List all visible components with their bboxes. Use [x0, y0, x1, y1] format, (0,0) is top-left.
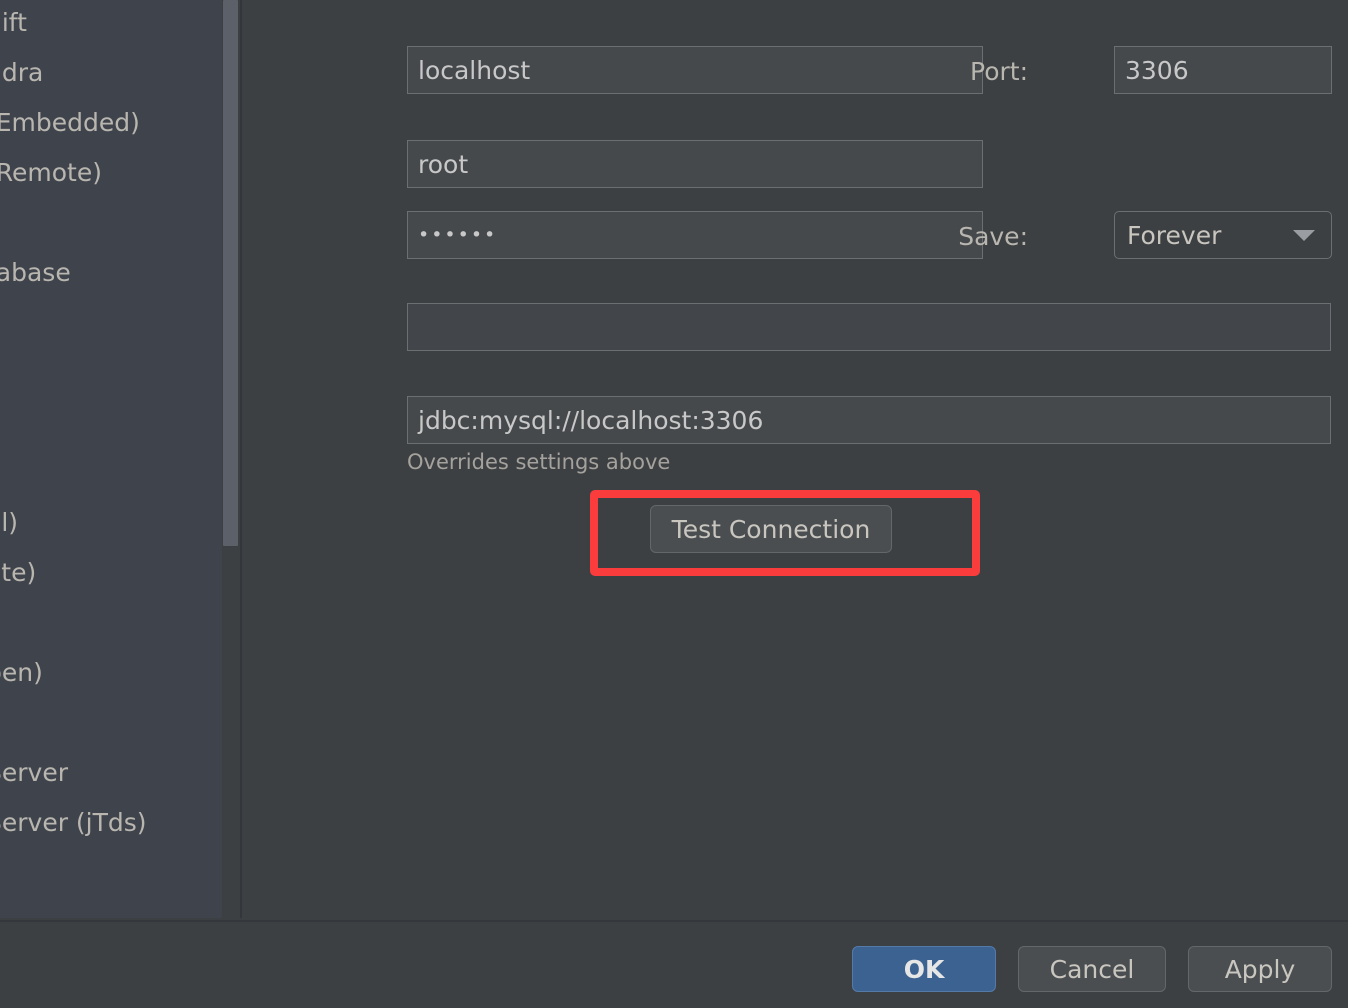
- sidebar-item[interactable]: Server: [0, 748, 222, 798]
- password-input[interactable]: ••••••: [407, 211, 983, 259]
- ok-button[interactable]: OK: [852, 946, 996, 992]
- sidebar-item-label: Server (jTds): [0, 808, 147, 837]
- apply-button[interactable]: Apply: [1188, 946, 1332, 992]
- sidebar-item-label: hift: [0, 8, 27, 37]
- sidebar-item-label: (Remote): [0, 158, 102, 187]
- sidebar-item-label: ndra: [0, 58, 44, 87]
- sidebar-item-label: ote): [0, 558, 37, 587]
- sidebar-item[interactable]: ndra: [0, 48, 222, 98]
- database-type-sidebar[interactable]: hift ndra (Embedded) (Remote) tabase al)…: [0, 0, 222, 918]
- url-hint-text: Overrides settings above: [407, 450, 671, 474]
- sidebar-item-label: tabase: [0, 258, 71, 287]
- dialog-button-bar: OK Cancel Apply: [0, 920, 1348, 1008]
- sidebar-item[interactable]: al): [0, 498, 222, 548]
- sidebar-item[interactable]: Server (jTds): [0, 798, 222, 848]
- port-input[interactable]: 3306: [1114, 46, 1332, 94]
- connection-settings-panel: Host: localhost Port: 3306 User: root Pa…: [242, 0, 1348, 918]
- database-input[interactable]: [407, 303, 1331, 351]
- save-dropdown-value: Forever: [1127, 220, 1222, 250]
- data-sources-dialog: hift ndra (Embedded) (Remote) tabase al)…: [0, 0, 1348, 1008]
- port-label: Port:: [970, 57, 1028, 86]
- sidebar-item-label: pen): [0, 658, 43, 687]
- user-input[interactable]: root: [407, 140, 983, 188]
- sidebar-item[interactable]: pen): [0, 648, 222, 698]
- sidebar-item[interactable]: (Embedded): [0, 98, 222, 148]
- host-input[interactable]: localhost: [407, 46, 983, 94]
- save-label: Save:: [958, 222, 1028, 251]
- sidebar-item-label: al): [0, 508, 19, 537]
- sidebar-item[interactable]: hift: [0, 0, 222, 48]
- chevron-down-icon: [1293, 230, 1315, 241]
- cancel-button[interactable]: Cancel: [1018, 946, 1166, 992]
- sidebar-item-label: (Embedded): [0, 108, 140, 137]
- url-input[interactable]: jdbc:mysql://localhost:3306: [407, 396, 1331, 444]
- sidebar-item[interactable]: ote): [0, 548, 222, 598]
- sidebar-item-label: Server: [0, 758, 68, 787]
- sidebar-item[interactable]: tabase: [0, 248, 222, 298]
- save-dropdown[interactable]: Forever: [1114, 211, 1332, 259]
- test-connection-button[interactable]: Test Connection: [650, 505, 892, 553]
- sidebar-scrollbar-thumb[interactable]: [223, 0, 238, 546]
- sidebar-item[interactable]: (Remote): [0, 148, 222, 198]
